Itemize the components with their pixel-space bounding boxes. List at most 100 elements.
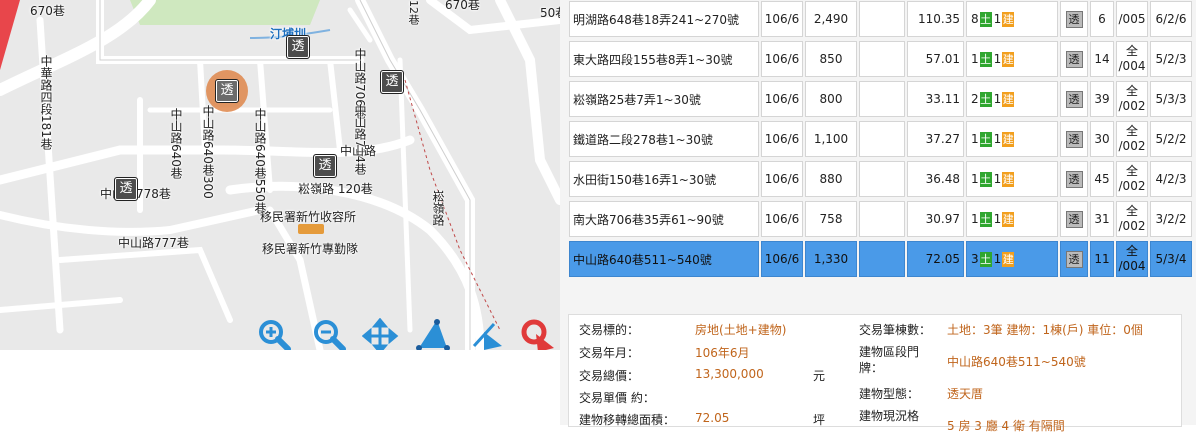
map-view[interactable]: 670巷 670巷 50巷 12巷 汀埔圳 中華路四段181巷 中山路640巷 …	[0, 0, 560, 350]
poi-icon	[298, 224, 324, 234]
map-label: 中山路640巷300	[201, 105, 215, 199]
detail-unit-price-label: 交易單價 約：	[579, 391, 655, 405]
land-count: 1	[971, 211, 979, 226]
building-badge: 建	[1002, 11, 1015, 27]
floors-bottom: /002	[1118, 179, 1146, 193]
transparent-flag-icon[interactable]: 透	[1065, 130, 1083, 148]
cell-price: 2,490	[805, 1, 857, 37]
building-badge: 建	[1002, 251, 1015, 267]
cell-address[interactable]: 鐵道路二段278巷1~30號	[569, 121, 759, 157]
table-row[interactable]: 鐵道路二段278巷1~30號 106/6 1,100 37.27 1 土 1 建透 30 全/00…	[569, 121, 1192, 157]
listing-marker[interactable]: 透	[313, 154, 337, 178]
clear-icon[interactable]	[520, 318, 560, 350]
cell-flag: 透	[1060, 201, 1088, 237]
zoom-out-icon[interactable]	[310, 318, 350, 350]
detail-type-label: 建物型態：	[859, 387, 920, 401]
measure-area-icon[interactable]	[415, 318, 455, 350]
cell-layout: 3/2/2	[1150, 201, 1192, 237]
transparent-flag-icon[interactable]: 透	[1065, 10, 1083, 28]
map-toolbar	[0, 318, 560, 350]
map-label: 670巷	[30, 4, 65, 18]
pan-icon[interactable]	[362, 318, 402, 350]
cell-date: 106/6	[761, 241, 803, 277]
detail-total-unit: 元	[813, 369, 826, 383]
cell-layout: 4/2/3	[1150, 161, 1192, 197]
cell-unit-price	[859, 201, 905, 237]
cell-layout: 5/3/3	[1150, 81, 1192, 117]
table-row[interactable]: 水田街150巷16弄1~30號 106/6 880 36.48 1 土 1 建透 45 全/002…	[569, 161, 1192, 197]
transparent-flag-icon[interactable]: 透	[1065, 170, 1083, 188]
cell-unit-price	[859, 121, 905, 157]
detail-total-value: 13,300,000	[695, 367, 764, 381]
building-badge: 建	[1002, 211, 1015, 227]
table-row[interactable]: 東大路四段155巷8弄1~30號 106/6 850 57.01 1 土 1 建透 14 全/00…	[569, 41, 1192, 77]
listing-marker[interactable]: 透	[114, 177, 138, 201]
detail-date-label: 交易年月：	[579, 346, 640, 360]
building-count: 1	[993, 51, 1002, 66]
building-count: 1	[993, 11, 1002, 26]
results-panel: 明湖路648巷18弄241~270號 106/6 2,490 110.35 8 土 1 建透 6…	[560, 0, 1196, 433]
land-badge: 土	[979, 211, 992, 227]
transparent-flag-icon[interactable]: 透	[1065, 250, 1083, 268]
table-row[interactable]: 明湖路648巷18弄241~270號 106/6 2,490 110.35 8 土 1 建透 6…	[569, 1, 1192, 37]
floors-top: 全	[1125, 44, 1138, 58]
table-row[interactable]: 南大路706巷35弄61~90號 106/6 758 30.97 1 土 1 建透 31 全/00…	[569, 201, 1192, 237]
land-badge: 土	[979, 171, 992, 187]
building-count: 1	[993, 171, 1002, 186]
cell-unit-price	[859, 1, 905, 37]
land-count: 2	[971, 91, 979, 106]
detail-target-label: 交易標的：	[579, 323, 640, 337]
building-count: 1	[993, 131, 1002, 146]
cell-date: 106/6	[761, 121, 803, 157]
transparent-flag-icon[interactable]: 透	[1065, 210, 1083, 228]
cell-floors: /005	[1116, 1, 1148, 37]
zoom-in-icon[interactable]	[255, 318, 295, 350]
map-label: 中山路777巷	[118, 236, 189, 250]
listing-marker[interactable]: 透	[380, 70, 404, 94]
map-footer-blank	[0, 350, 560, 425]
detail-date-value: 106年6月	[695, 346, 750, 360]
cell-area: 37.27	[907, 121, 964, 157]
detail-address-value: 中山路640巷511~540號	[947, 355, 1086, 369]
cell-parcels: 1土1建	[966, 161, 1058, 197]
cell-price: 800	[805, 81, 857, 117]
cell-area: 110.35	[907, 1, 964, 37]
land-badge: 土	[979, 91, 992, 107]
cell-address[interactable]: 東大路四段155巷8弄1~30號	[569, 41, 759, 77]
cell-flag: 透	[1060, 81, 1088, 117]
listing-marker[interactable]: 透	[286, 35, 310, 59]
measure-distance-icon[interactable]	[468, 318, 508, 350]
cell-address[interactable]: 中山路640巷511~540號	[569, 241, 759, 277]
cell-address[interactable]: 南大路706巷35弄61~90號	[569, 201, 759, 237]
cell-floor: 39	[1090, 81, 1114, 117]
cell-floor: 14	[1090, 41, 1114, 77]
land-count: 3	[971, 251, 979, 266]
transparent-flag-icon[interactable]: 透	[1065, 50, 1083, 68]
land-badge: 土	[979, 11, 992, 27]
cell-address[interactable]: 崧嶺路25巷7弄1~30號	[569, 81, 759, 117]
floors-top: 全	[1125, 204, 1138, 218]
cell-address[interactable]: 水田街150巷16弄1~30號	[569, 161, 759, 197]
table-row[interactable]: 崧嶺路25巷7弄1~30號 106/6 800 33.11 2 土 1 建透 39 全/002 5/…	[569, 81, 1192, 117]
cell-flag: 透	[1060, 241, 1088, 277]
listing-marker-selected[interactable]: 透	[215, 79, 239, 103]
cell-area: 36.48	[907, 161, 964, 197]
table-row-selected[interactable]: 中山路640巷511~540號 106/6 1,330 72.05 3 土 1 建透 11 全/0…	[569, 241, 1192, 277]
building-count: 1	[993, 91, 1002, 106]
cell-floors: 全/002	[1116, 201, 1148, 237]
cell-floor: 6	[1090, 1, 1114, 37]
cell-price: 1,100	[805, 121, 857, 157]
cell-flag: 透	[1060, 1, 1088, 37]
cell-address[interactable]: 明湖路648巷18弄241~270號	[569, 1, 759, 37]
detail-status-value: 5 房 3 廳 4 衛 有隔間	[947, 419, 1065, 433]
map-label: 中山路640巷550巷	[253, 108, 267, 214]
floors-bottom: /002	[1118, 99, 1146, 113]
transparent-flag-icon[interactable]: 透	[1065, 90, 1083, 108]
detail-target-value: 房地(土地+建物)	[695, 323, 787, 337]
map-label: 中華路四段181巷	[39, 55, 53, 150]
cell-parcels: 1土1建	[966, 201, 1058, 237]
cell-layout: 5/2/3	[1150, 41, 1192, 77]
land-badge: 土	[979, 51, 992, 67]
cell-area: 57.01	[907, 41, 964, 77]
cell-unit-price	[859, 241, 905, 277]
